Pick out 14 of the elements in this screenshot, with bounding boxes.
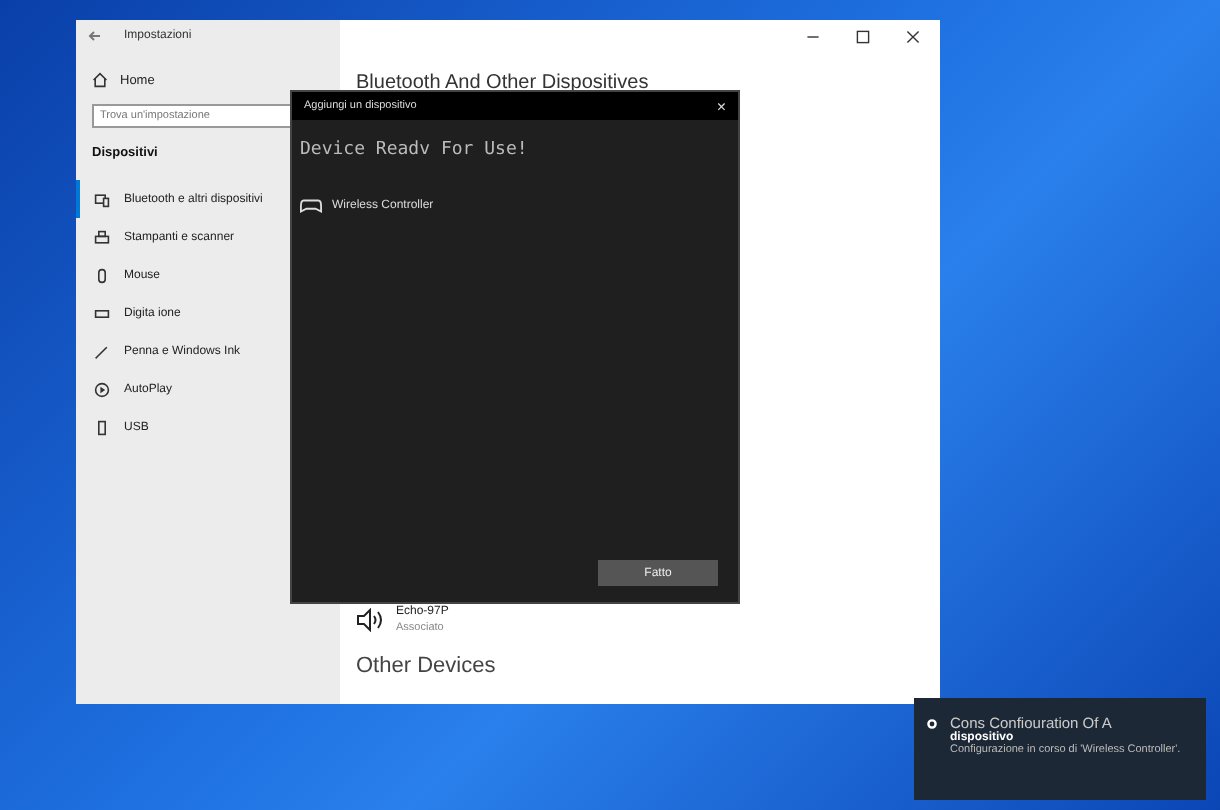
devices-icon — [94, 191, 110, 207]
speaker-icon — [356, 608, 384, 632]
home-icon — [92, 72, 108, 88]
section-heading: Other Devices — [356, 654, 498, 678]
dialog-heading: Device Readv For Use! — [298, 138, 530, 160]
mouse-icon — [94, 267, 110, 283]
play-icon — [94, 381, 110, 397]
maximize-icon[interactable] — [856, 29, 870, 43]
close-icon[interactable] — [906, 29, 920, 43]
gamepad-icon — [300, 198, 322, 214]
printer-icon — [94, 229, 110, 245]
close-button[interactable]: × — [716, 97, 726, 115]
page-heading: Bluetooth And Other Dispositives — [356, 72, 651, 94]
back-arrow-icon[interactable] — [88, 28, 104, 44]
